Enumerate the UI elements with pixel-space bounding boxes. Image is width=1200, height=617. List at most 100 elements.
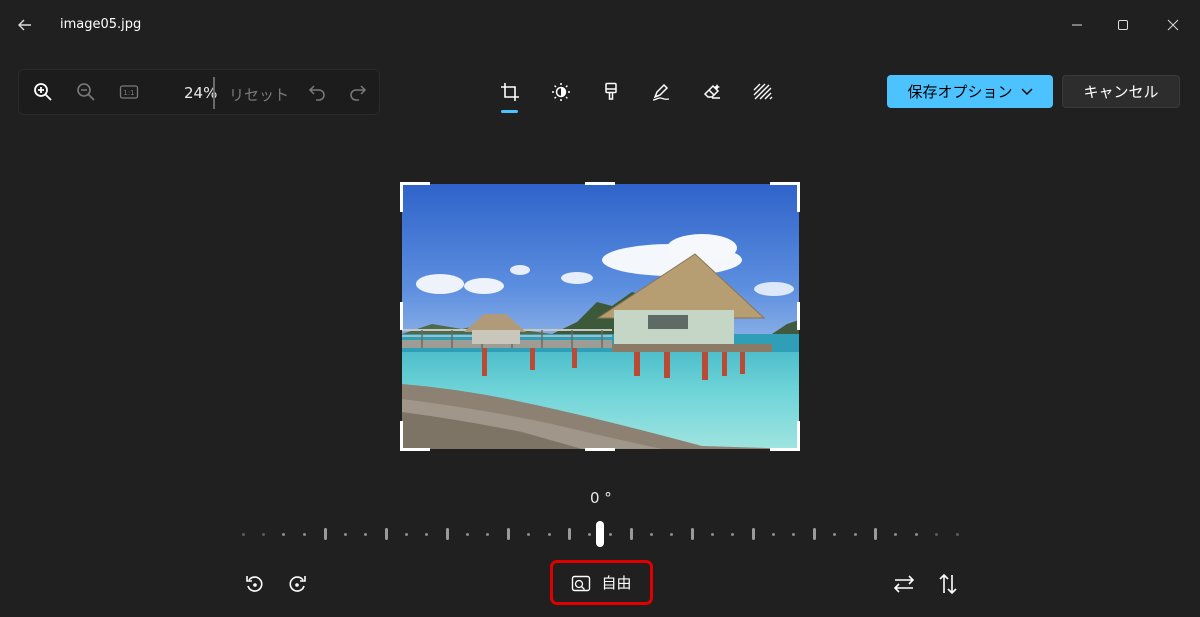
zoom-toolbar: 1:1 24% リセット — [18, 69, 380, 115]
minimize-icon — [1072, 24, 1082, 26]
markup-pen-icon — [652, 83, 670, 101]
slider-tick — [792, 532, 796, 536]
save-options-label: 保存オプション — [907, 83, 1013, 101]
slider-tick — [465, 532, 469, 536]
zoom-in-icon — [34, 83, 52, 101]
brightness-icon — [552, 83, 570, 101]
filter-brush-icon — [605, 82, 617, 100]
filter-tool-button[interactable] — [599, 80, 623, 104]
toolbar-divider — [213, 77, 215, 109]
adjust-tool-button[interactable] — [549, 80, 573, 104]
slider-tick — [446, 528, 449, 540]
slider-tick — [547, 532, 551, 536]
slider-tick — [323, 528, 327, 540]
cancel-label: キャンセル — [1083, 83, 1159, 101]
title-bar: image05.jpg — [0, 0, 1200, 52]
slider-tick — [404, 532, 408, 536]
chevron-down-icon — [1021, 88, 1032, 95]
slider-tick — [261, 532, 265, 536]
crop-handle-top-left[interactable] — [400, 182, 430, 185]
save-options-button[interactable]: 保存オプション — [887, 75, 1053, 108]
maximize-icon — [1118, 20, 1128, 30]
slider-tick — [690, 528, 694, 540]
back-button[interactable] — [2, 0, 48, 50]
crop-handle-top-right[interactable] — [770, 182, 800, 185]
aspect-ratio-icon — [572, 575, 591, 591]
slider-tick — [710, 532, 714, 536]
aspect-ratio-label: 自由 — [601, 574, 632, 592]
angle-readout: 0 ° — [590, 489, 612, 507]
rotate-right-button[interactable] — [285, 572, 309, 596]
slider-tick — [608, 532, 612, 536]
slider-tick — [241, 532, 245, 536]
slider-tick — [588, 532, 592, 536]
undo-icon — [308, 85, 325, 101]
erase-icon — [703, 84, 720, 99]
slider-tick — [282, 532, 286, 536]
slider-tick — [955, 532, 959, 536]
slider-tick — [425, 532, 429, 536]
crop-handle-right[interactable] — [797, 302, 800, 330]
cancel-button[interactable]: キャンセル — [1062, 75, 1180, 108]
crop-handle-top-right-v[interactable] — [797, 182, 800, 212]
slider-tick — [833, 532, 837, 536]
slider-tick — [343, 532, 347, 536]
zoom-in-button[interactable] — [31, 80, 55, 104]
markup-tool-button[interactable] — [649, 80, 673, 104]
slider-tick — [507, 528, 511, 540]
slider-tick — [874, 528, 878, 540]
arrow-left-icon — [18, 19, 31, 31]
slider-tick — [914, 532, 918, 536]
window-title: image05.jpg — [60, 17, 142, 32]
photo-preview — [402, 184, 799, 449]
slider-tick — [568, 528, 572, 540]
slider-tick — [853, 532, 857, 536]
crop-tool-button[interactable] — [498, 80, 522, 104]
crop-handle-bottom-right[interactable] — [770, 448, 800, 451]
straighten-slider-thumb[interactable] — [596, 521, 604, 547]
crop-handle-bottom-left-v[interactable] — [400, 421, 403, 451]
redo-icon — [350, 85, 367, 101]
zoom-out-icon — [77, 83, 95, 101]
slider-tick — [302, 532, 306, 536]
crop-handle-bottom-left[interactable] — [400, 448, 430, 451]
actual-size-icon: 1:1 — [119, 85, 139, 99]
crop-handle-bottom[interactable] — [585, 448, 615, 451]
maximize-button[interactable] — [1100, 0, 1146, 50]
undo-button[interactable] — [306, 81, 328, 103]
aspect-ratio-button[interactable]: 自由 — [550, 560, 653, 605]
slider-tick — [527, 532, 531, 536]
active-tool-indicator — [501, 110, 518, 113]
slider-tick — [363, 532, 367, 536]
slider-tick — [771, 532, 775, 536]
erase-tool-button[interactable] — [700, 80, 724, 104]
slider-tick — [894, 532, 898, 536]
slider-tick — [813, 528, 817, 540]
slider-tick — [935, 532, 939, 536]
slider-tick — [384, 528, 388, 540]
flip-vertical-icon — [939, 573, 957, 595]
crop-handle-top-left-v[interactable] — [400, 182, 403, 212]
crop-handle-bottom-right-v[interactable] — [797, 421, 800, 451]
svg-text:1:1: 1:1 — [123, 89, 134, 97]
minimize-button[interactable] — [1054, 0, 1100, 50]
actual-size-button[interactable]: 1:1 — [117, 80, 141, 104]
slider-tick — [629, 528, 633, 540]
slider-tick — [649, 532, 653, 536]
photo-image — [402, 184, 799, 449]
flip-vertical-button[interactable] — [936, 572, 960, 596]
reset-button[interactable]: リセット — [229, 84, 289, 105]
crop-handle-left[interactable] — [400, 302, 403, 330]
zoom-out-button[interactable] — [74, 80, 98, 104]
background-tool-button[interactable] — [751, 80, 775, 104]
slider-tick — [669, 532, 673, 536]
close-icon — [1167, 19, 1179, 31]
rotate-right-icon — [289, 576, 306, 592]
flip-horizontal-button[interactable] — [891, 572, 917, 596]
crop-handle-top[interactable] — [585, 182, 615, 185]
close-button[interactable] — [1150, 0, 1196, 50]
redo-button[interactable] — [347, 81, 369, 103]
slider-tick — [752, 528, 755, 540]
rotate-left-button[interactable] — [243, 572, 267, 596]
slider-tick — [486, 532, 490, 536]
